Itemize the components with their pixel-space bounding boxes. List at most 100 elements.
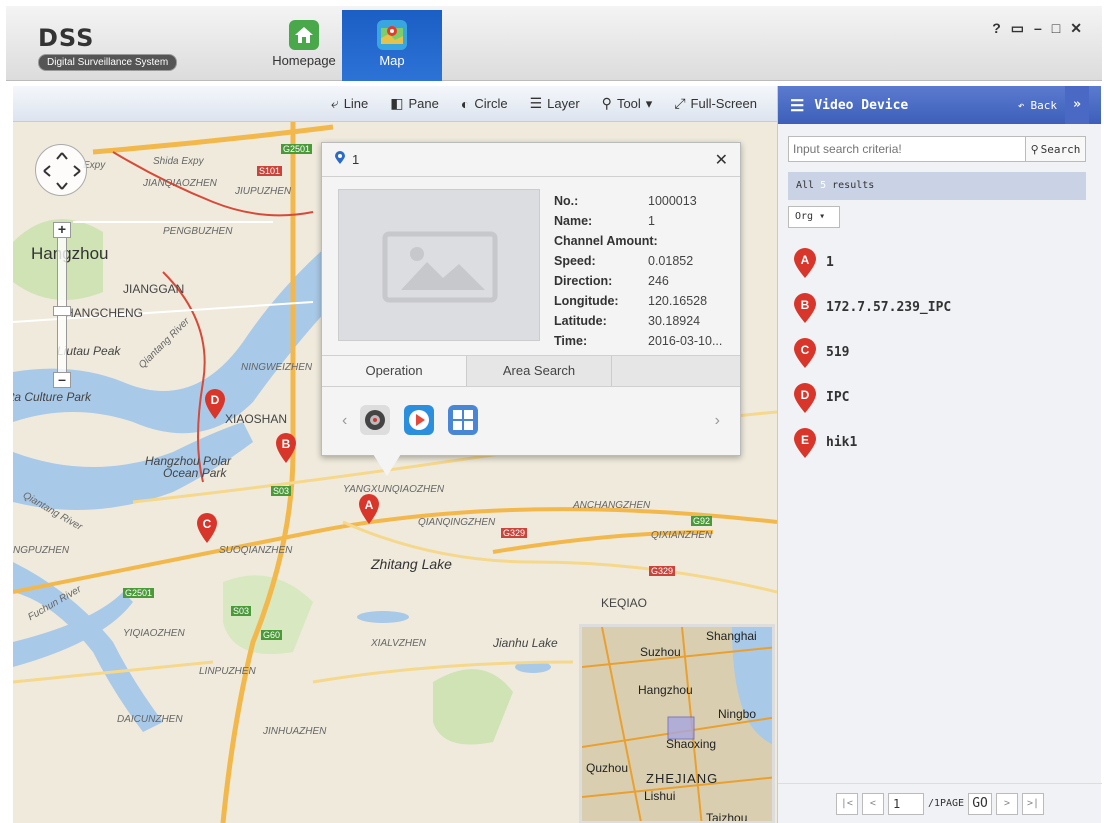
map-label: ta Culture Park [13, 390, 92, 404]
map-label: HANGCHENG [65, 306, 144, 320]
page-input[interactable]: 1 [887, 792, 924, 815]
list-item[interactable]: E hik1 [792, 420, 1092, 465]
device-name: IPC [826, 390, 850, 405]
svg-text:A: A [365, 498, 374, 512]
chevron-right-icon[interactable]: › [715, 412, 720, 430]
zoom-handle[interactable] [53, 306, 71, 316]
first-page-button[interactable]: |< [835, 792, 858, 815]
prev-page-button[interactable]: < [861, 792, 884, 815]
snapshot-icon[interactable] [359, 404, 391, 439]
overview-minimap[interactable]: Shanghai Suzhou Hangzhou Ningbo Shaoxing… [579, 624, 775, 823]
zoom-in-button[interactable]: + [53, 222, 71, 238]
map-label-city: Hangzhou [31, 244, 109, 263]
svg-text:B: B [282, 437, 291, 451]
map-label: NGPUZHEN [13, 545, 70, 556]
map-label: LINPUZHEN [199, 666, 256, 677]
minimize-icon[interactable]: – [1034, 20, 1052, 36]
device-pin-icon: E [794, 427, 816, 458]
road-badge: G92 [691, 516, 713, 526]
app-logo: DSS Digital Surveillance System [38, 24, 178, 71]
zoom-out-button[interactable]: – [53, 372, 71, 388]
operation-toolbar: ‹ › [322, 387, 740, 455]
app-title: DSS [38, 24, 95, 52]
map-pin-a[interactable]: A [356, 491, 382, 525]
close-icon[interactable]: ✕ [1070, 20, 1092, 36]
list-item[interactable]: A 1 [792, 240, 1092, 285]
go-button[interactable]: GO [968, 792, 993, 815]
location-pin-icon [334, 151, 346, 168]
help-icon[interactable]: ? [992, 20, 1011, 36]
map-pin-b[interactable]: B [273, 430, 299, 464]
image-placeholder-icon [382, 231, 498, 303]
map-label: QIXIANZHEN [651, 530, 713, 541]
map-label: JIANQIAOZHEN [143, 178, 217, 189]
device-info-popup: 1 ✕ No.: 1000013 Name: 1 Channel Amount: S… [321, 142, 741, 456]
tool-pane[interactable]: ◧ Pane [390, 95, 439, 112]
next-page-button[interactable]: > [996, 792, 1019, 815]
tab-operation[interactable]: Operation [322, 356, 467, 386]
page-total: /1PAGE [927, 798, 965, 809]
device-pin-icon: B [794, 292, 816, 323]
app-subtitle: Digital Surveillance System [38, 54, 178, 71]
map-label: JIUPUZHEN [235, 186, 292, 197]
fullscreen-icon: ⤢ [674, 95, 686, 111]
device-info: No.: 1000013 Name: 1 Channel Amount: Speed… [554, 191, 734, 351]
search-icon: ⚲ [1030, 142, 1039, 156]
popup-header: 1 ✕ [322, 143, 740, 177]
list-item[interactable]: C 519 [792, 330, 1092, 375]
search-input[interactable] [788, 136, 1026, 162]
tool-layer[interactable]: ☰ Layer [530, 95, 580, 112]
maximize-icon[interactable]: □ [1052, 20, 1070, 36]
info-row: Time: 2016-03-10... [554, 334, 723, 348]
road-badge: G329 [501, 528, 528, 538]
map-label: XIAOSHAN [225, 412, 288, 426]
caret-down-icon: ▾ [819, 211, 826, 222]
svg-text:D: D [801, 388, 810, 402]
back-button[interactable]: ↶ Back [1018, 99, 1057, 112]
zoom-slider[interactable] [57, 228, 67, 378]
playback-icon[interactable] [403, 404, 435, 439]
org-dropdown[interactable]: Org ▾ [788, 206, 840, 228]
list-item[interactable]: D IPC [792, 375, 1092, 420]
tab-homepage[interactable]: Homepage [254, 10, 354, 81]
info-row: Longitude: 120.16528 [554, 294, 708, 308]
map-pan-control[interactable] [35, 144, 87, 196]
collapse-icon[interactable]: » [1065, 86, 1089, 124]
tab-map[interactable]: Map [342, 10, 442, 81]
close-icon[interactable]: ✕ [715, 150, 728, 170]
map-label: YIQIAOZHEN [123, 628, 185, 639]
info-row: Name: 1 [554, 214, 655, 228]
last-page-button[interactable]: >| [1022, 792, 1045, 815]
tool-tool[interactable]: ⚲ Tool ▾ [602, 95, 653, 112]
tool-circle[interactable]: ◐ Circle [461, 96, 508, 112]
list-item[interactable]: B 172.7.57.239_IPC [792, 285, 1092, 330]
map-pin-c[interactable]: C [194, 510, 220, 544]
minimap-label: Quzhou [586, 761, 629, 775]
search-button[interactable]: ⚲ Search [1026, 136, 1086, 162]
tool-icon: ⚲ [601, 95, 612, 111]
minimap-label: ZHEJIANG [646, 771, 719, 786]
tab-area-search[interactable]: Area Search [467, 356, 612, 386]
map-pin-d[interactable]: D [202, 386, 228, 420]
snapshot-placeholder [338, 189, 540, 341]
road-badge: S03 [231, 606, 252, 616]
svg-text:B: B [801, 298, 810, 312]
title-bar: DSS Digital Surveillance System Homepage… [6, 6, 1102, 81]
tool-fullscreen[interactable]: ⤢ Full-Screen [674, 95, 757, 112]
map-view[interactable]: Shida Expy Expy JIANQIAOZHEN JIUPUZHEN P… [13, 86, 777, 823]
results-count: All 5 results [788, 172, 1086, 200]
list-icon: ☰ [790, 95, 805, 115]
lock-icon[interactable]: ▭ [1011, 20, 1034, 36]
device-pin-icon: A [794, 247, 816, 278]
map-label: Ocean Park [163, 466, 227, 480]
device-name: hik1 [826, 435, 858, 450]
multi-window-icon[interactable] [447, 404, 479, 439]
svg-text:D: D [211, 393, 220, 407]
tab-homepage-label: Homepage [272, 53, 336, 68]
popup-pointer [373, 454, 401, 476]
tool-line[interactable]: ⤶ Line [331, 95, 368, 112]
info-row: Direction: 246 [554, 274, 669, 288]
info-row: No.: 1000013 [554, 194, 697, 208]
minimap-label: Hangzhou [638, 683, 693, 697]
chevron-left-icon[interactable]: ‹ [342, 412, 347, 430]
